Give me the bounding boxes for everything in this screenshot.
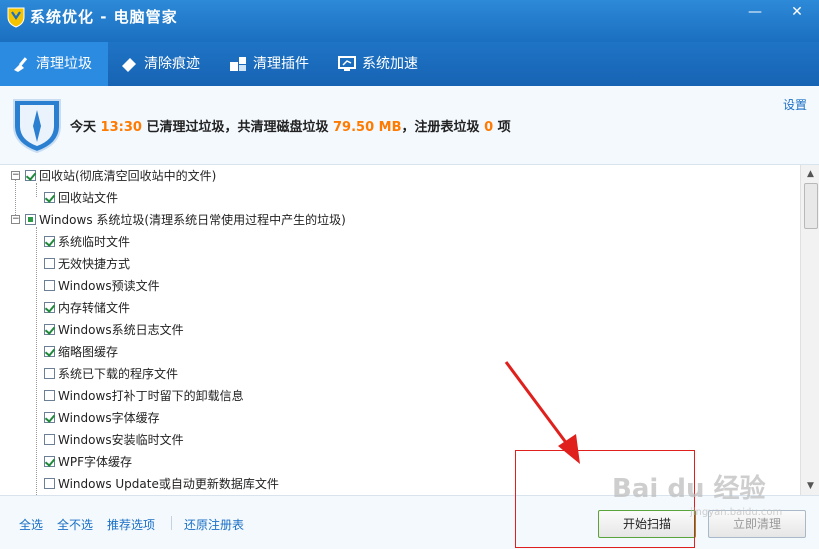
title-bar: 系统优化 - 电脑管家 — ✕ [0, 0, 819, 42]
eraser-icon [122, 58, 136, 72]
registry-junk-count: 0 [484, 120, 494, 135]
tab-clear-traces[interactable]: 清除痕迹 [108, 42, 217, 86]
tree-connector [15, 179, 16, 219]
baidu-watermark: Bai du 经验 [612, 474, 766, 504]
checkbox[interactable] [44, 236, 55, 247]
item-label: WPF字体缓存 [58, 455, 133, 469]
tab-clean-junk[interactable]: 清理垃圾 [0, 42, 108, 86]
item-label: Windows预读文件 [58, 279, 160, 293]
tab-bar: 清理垃圾 清除痕迹 清理插件 系统加速 [0, 42, 819, 86]
plugin-icon [230, 57, 246, 71]
item-label: Windows字体缓存 [58, 411, 160, 425]
window-title: 系统优化 - 电脑管家 [30, 8, 178, 26]
checkbox[interactable] [44, 280, 55, 291]
checkbox[interactable] [44, 390, 55, 401]
summary-text-2: ，注册表垃圾 [401, 120, 480, 135]
summary-text-1: 已清理过垃圾，共清理磁盘垃圾 [146, 120, 329, 135]
tab-label: 清理垃圾 [36, 56, 92, 72]
settings-link[interactable]: 设置 [783, 96, 807, 113]
checkbox[interactable] [25, 214, 36, 225]
item-label: Windows安装临时文件 [58, 433, 184, 447]
checkbox[interactable] [44, 412, 55, 423]
item-label: 系统已下载的程序文件 [58, 367, 179, 381]
group-label: 回收站(彻底清空回收站中的文件) [39, 169, 217, 183]
tab-clean-plugins[interactable]: 清理插件 [217, 42, 326, 86]
checkbox[interactable] [44, 478, 55, 489]
recommended-link[interactable]: 推荐选项 [107, 516, 155, 533]
vertical-scrollbar[interactable]: ▲ ▼ [800, 165, 819, 495]
minimize-icon: — [748, 4, 762, 20]
broom-icon [14, 57, 28, 72]
disk-junk-size: 79.50 MB [333, 120, 402, 135]
tab-label: 清理插件 [253, 56, 309, 72]
checkbox[interactable] [44, 368, 55, 379]
baidu-watermark-url: jingyan.baidu.com [690, 507, 783, 518]
restore-registry-link[interactable]: 还原注册表 [184, 516, 244, 533]
item-label: Windows打补丁时留下的卸载信息 [58, 389, 244, 403]
item-label: Windows系统日志文件 [58, 323, 184, 337]
checkbox[interactable] [44, 324, 55, 335]
item-label: 无效快捷方式 [58, 257, 131, 271]
scroll-down-icon[interactable]: ▼ [805, 481, 816, 491]
select-all-link[interactable]: 全选 [19, 516, 43, 533]
close-icon: ✕ [791, 4, 803, 20]
footer-divider [171, 516, 172, 530]
item-label: Windows Update或自动更新数据库文件 [58, 477, 279, 491]
tree-connector [36, 227, 37, 495]
collapse-toggle[interactable]: − [11, 171, 20, 180]
app-logo-icon [7, 7, 25, 28]
collapse-toggle[interactable]: − [11, 215, 20, 224]
monitor-icon [338, 56, 356, 71]
scroll-up-icon[interactable]: ▲ [805, 169, 816, 179]
checkbox[interactable] [44, 434, 55, 445]
summary-prefix: 今天 [70, 120, 97, 135]
group-label: Windows 系统垃圾(清理系统日常使用过程中产生的垃圾) [39, 213, 346, 227]
last-clean-time: 13:30 [100, 120, 142, 135]
summary-header: 今天 13:30 已清理过垃圾，共清理磁盘垃圾 79.50 MB，注册表垃圾 0… [0, 86, 819, 165]
annotation-arrow-icon [504, 361, 580, 464]
shield-icon [13, 99, 61, 154]
checkbox[interactable] [44, 192, 55, 203]
item-label: 内存转储文件 [58, 301, 131, 315]
item-label: 系统临时文件 [58, 235, 131, 249]
item-label: 回收站文件 [58, 191, 119, 205]
item-label: 缩略图缓存 [58, 345, 119, 359]
summary-suffix: 项 [497, 120, 511, 135]
checkbox[interactable] [44, 258, 55, 269]
scroll-thumb[interactable] [804, 183, 818, 229]
close-button[interactable]: ✕ [778, 0, 816, 26]
checkbox[interactable] [44, 346, 55, 357]
checkbox[interactable] [25, 170, 36, 181]
checkbox[interactable] [44, 456, 55, 467]
tab-label: 清除痕迹 [144, 56, 200, 72]
junk-category-tree: − 回收站(彻底清空回收站中的文件) 回收站文件 − Windows 系统垃圾(… [0, 165, 800, 495]
select-none-link[interactable]: 全不选 [57, 516, 93, 533]
tree-connector [36, 183, 37, 197]
tab-label: 系统加速 [362, 56, 418, 72]
clean-summary: 今天 13:30 已清理过垃圾，共清理磁盘垃圾 79.50 MB，注册表垃圾 0… [70, 116, 511, 135]
minimize-button[interactable]: — [736, 0, 774, 26]
checkbox[interactable] [44, 302, 55, 313]
tab-system-speedup[interactable]: 系统加速 [326, 42, 436, 86]
